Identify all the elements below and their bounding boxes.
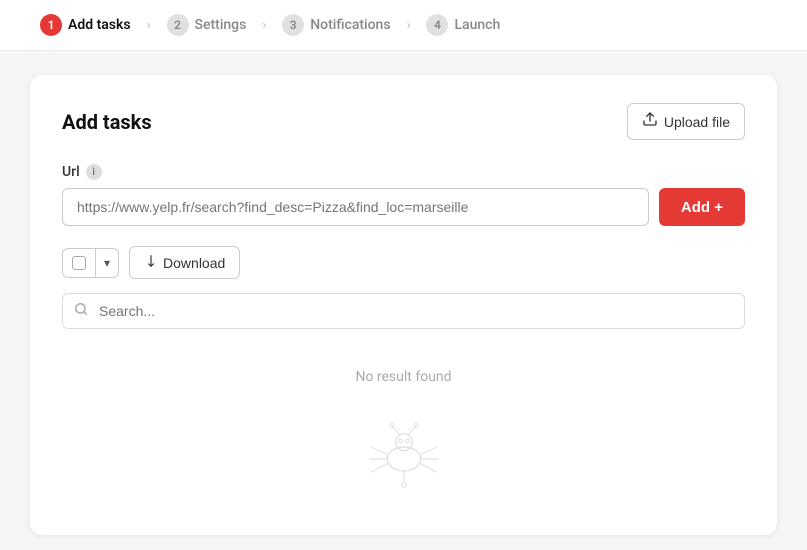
step-4-label: Launch bbox=[454, 17, 500, 33]
chevron-icon-2: › bbox=[262, 18, 266, 33]
checkbox-cell[interactable] bbox=[63, 249, 96, 277]
step-4-number: 4 bbox=[426, 14, 448, 36]
stepper: 1 Add tasks › 2 Settings › 3 Notificatio… bbox=[0, 0, 807, 51]
search-wrapper bbox=[62, 293, 745, 329]
info-icon[interactable]: i bbox=[86, 164, 102, 180]
chevron-icon-1: › bbox=[147, 18, 151, 33]
url-input[interactable] bbox=[62, 188, 649, 226]
url-input-row: Add + bbox=[62, 188, 745, 226]
step-1-number: 1 bbox=[40, 14, 62, 36]
download-label: Download bbox=[163, 255, 225, 271]
dropdown-arrow-icon[interactable]: ▾ bbox=[96, 249, 118, 277]
checkbox-dropdown[interactable]: ▾ bbox=[62, 248, 119, 278]
empty-text: No result found bbox=[355, 369, 451, 385]
step-2-label: Settings bbox=[195, 17, 247, 33]
download-button[interactable]: Download bbox=[129, 246, 240, 279]
step-2-number: 2 bbox=[167, 14, 189, 36]
download-icon bbox=[144, 254, 158, 271]
step-2[interactable]: 2 Settings bbox=[167, 14, 247, 36]
main-card: Add tasks Upload file Url i Add + ▾ bbox=[30, 75, 777, 535]
select-all-checkbox[interactable] bbox=[72, 256, 86, 270]
url-label-row: Url i bbox=[62, 164, 745, 180]
search-input[interactable] bbox=[62, 293, 745, 329]
empty-illustration bbox=[344, 403, 464, 503]
upload-file-button[interactable]: Upload file bbox=[627, 103, 745, 140]
step-3-label: Notifications bbox=[310, 17, 390, 33]
step-1-label: Add tasks bbox=[68, 17, 131, 33]
card-header: Add tasks Upload file bbox=[62, 103, 745, 140]
upload-icon bbox=[642, 111, 658, 132]
step-3-number: 3 bbox=[282, 14, 304, 36]
search-icon bbox=[74, 302, 88, 320]
empty-state: No result found bbox=[62, 359, 745, 503]
toolbar-row: ▾ Download bbox=[62, 246, 745, 279]
card-title: Add tasks bbox=[62, 110, 152, 134]
add-button[interactable]: Add + bbox=[659, 188, 745, 226]
chevron-icon-3: › bbox=[407, 18, 411, 33]
upload-file-label: Upload file bbox=[664, 114, 730, 130]
step-1[interactable]: 1 Add tasks bbox=[40, 14, 131, 36]
step-4[interactable]: 4 Launch bbox=[426, 14, 500, 36]
url-label-text: Url bbox=[62, 164, 80, 180]
step-3[interactable]: 3 Notifications bbox=[282, 14, 390, 36]
